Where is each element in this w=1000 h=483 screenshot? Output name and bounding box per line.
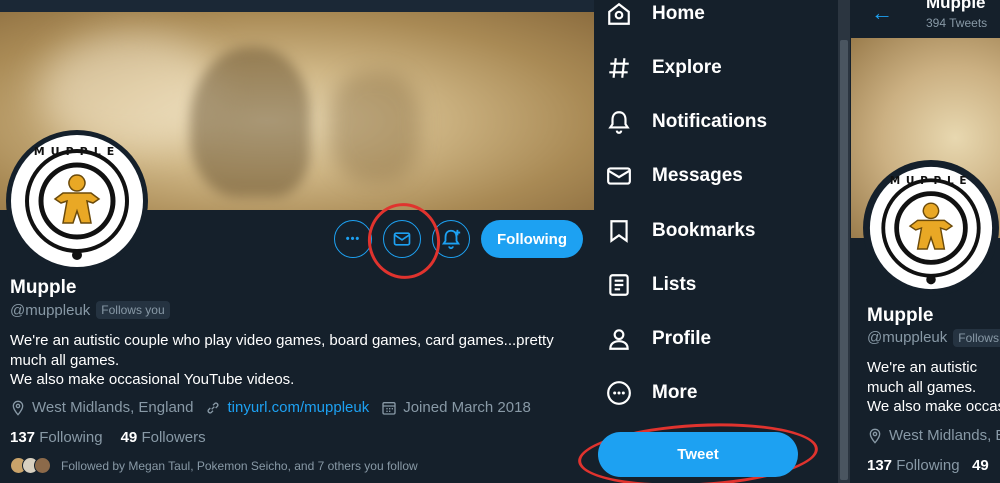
profile-handle: @muppleuk — [867, 329, 948, 346]
profile-link[interactable]: tinyurl.com/muppleuk — [227, 399, 369, 416]
following-button[interactable]: Following — [481, 220, 583, 258]
bio-line: much all games. — [10, 351, 120, 369]
bell-icon — [608, 111, 630, 134]
more-circle-icon — [607, 381, 631, 405]
profile-bio: We're an autistic much all games. We als… — [867, 359, 1000, 415]
scrollbar-thumb[interactable] — [840, 40, 848, 480]
followed-by-text: Followed by Megan Taul, Pokemon Seicho, … — [61, 458, 418, 473]
mupple-logo: MUPPLE — [13, 137, 141, 265]
profile-bio: We're an autistic couple who play video … — [10, 331, 570, 390]
follow-counts: 137 Following 49 — [867, 457, 989, 474]
mupple-logo: MUPPLE — [869, 166, 993, 290]
logo-text: MUPPLE — [34, 145, 121, 158]
following-count-link[interactable]: 137 Following — [867, 457, 960, 474]
nav-item-lists[interactable]: Lists — [606, 272, 696, 298]
bookmark-icon — [610, 220, 628, 243]
nav-item-bookmarks[interactable]: Bookmarks — [606, 218, 756, 244]
calendar-icon — [382, 401, 396, 415]
more-options-button[interactable]: ••• — [334, 220, 372, 258]
handle-row: @muppleuk Follows — [867, 329, 1000, 347]
follows-you-badge: Follows — [953, 329, 1000, 347]
header-name: Mupple — [926, 0, 986, 12]
list-icon — [609, 274, 629, 296]
followers-count[interactable]: 49 — [972, 457, 989, 474]
profile-joined: Joined March 2018 — [403, 399, 531, 416]
location-pin-icon — [12, 400, 24, 416]
top-strip — [0, 0, 594, 12]
location-pin-icon — [869, 428, 881, 444]
person-icon — [609, 329, 629, 350]
sidebar-nav: Home Explore Notifications Messages Book… — [576, 0, 838, 483]
nav-item-profile[interactable]: Profile — [606, 326, 711, 352]
following-count-link[interactable]: 137 Following — [10, 429, 103, 446]
home-icon — [608, 2, 630, 25]
logo-text: MUPPLE — [890, 175, 973, 187]
profile-avatar[interactable]: MUPPLE — [6, 130, 148, 272]
profile-name: Mupple — [10, 277, 77, 298]
hashtag-icon — [609, 58, 629, 78]
profile-handle: @muppleuk — [10, 301, 91, 319]
mail-icon — [607, 167, 631, 185]
nav-item-notifications[interactable]: Notifications — [606, 109, 767, 135]
nav-item-explore[interactable]: Explore — [606, 55, 722, 81]
nav-item-messages[interactable]: Messages — [606, 163, 743, 189]
profile-location: West Midlands, England — [32, 399, 194, 416]
profile-location: West Midlands, E — [889, 427, 1000, 444]
profile-panel: MUPPLE ••• Following Mupple @muppleuk Fo… — [0, 0, 594, 483]
secondary-profile-panel: ← Mupple 394 Tweets MUPPLE Mupple @muppl… — [851, 0, 1000, 483]
followed-by-avatars — [10, 457, 51, 474]
profile-location-row: West Midlands, E — [867, 427, 1000, 444]
nav-item-more[interactable]: More — [606, 380, 697, 406]
tweet-button[interactable]: Tweet — [598, 432, 798, 477]
link-icon — [207, 401, 219, 414]
handle-row: @muppleuk Follows you — [10, 301, 170, 319]
follow-counts: 137 Following 49 Followers — [10, 429, 224, 446]
followers-count-link[interactable]: 49 Followers — [121, 429, 206, 446]
profile-meta: West Midlands, England tinyurl.com/muppl… — [10, 399, 543, 416]
back-arrow-icon[interactable]: ← — [871, 0, 893, 26]
avatar — [34, 457, 51, 474]
bell-plus-icon — [441, 229, 461, 250]
follows-you-badge: Follows you — [96, 301, 170, 319]
bio-line: We also make occasional YouTube videos. — [10, 371, 295, 388]
nav-item-home[interactable]: Home — [606, 1, 705, 27]
profile-name: Mupple — [867, 305, 934, 326]
profile-avatar[interactable]: MUPPLE — [863, 160, 999, 296]
header-tweet-count: 394 Tweets — [926, 16, 988, 30]
followed-by-row[interactable]: Followed by Megan Taul, Pokemon Seicho, … — [10, 457, 418, 474]
bio-line: We're an autistic couple who play video … — [10, 332, 554, 349]
